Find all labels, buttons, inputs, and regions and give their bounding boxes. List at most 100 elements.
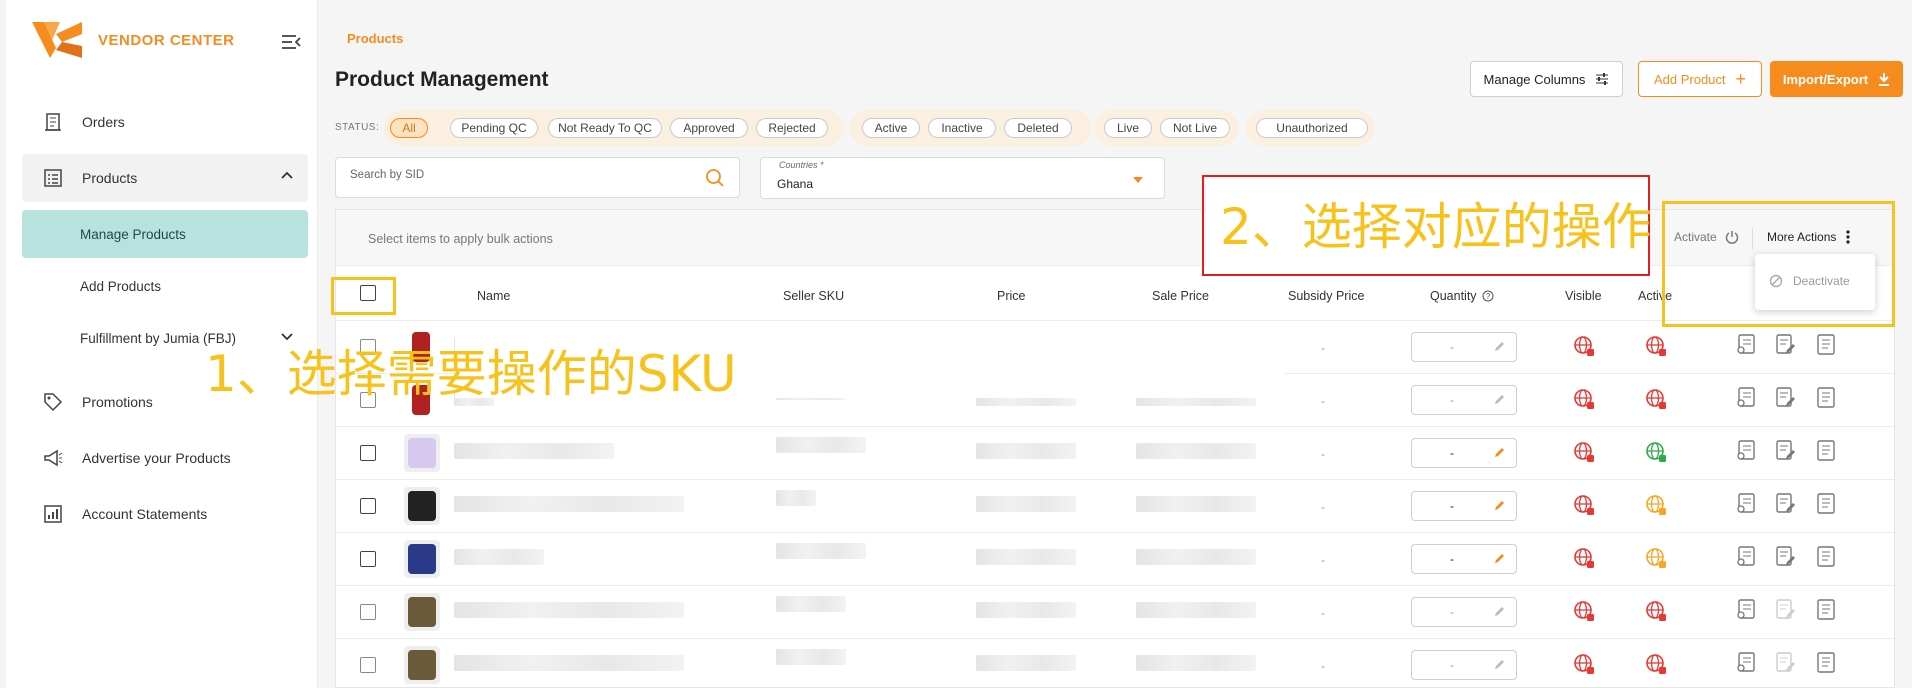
edit-product-icon[interactable] bbox=[1774, 333, 1796, 357]
sidebar-item-advertise[interactable]: Advertise your Products bbox=[22, 434, 308, 482]
row-checkbox[interactable] bbox=[360, 445, 376, 461]
active-globe-icon[interactable] bbox=[1645, 653, 1667, 675]
product-thumbnail[interactable] bbox=[404, 328, 440, 366]
view-details-icon[interactable] bbox=[1735, 386, 1757, 410]
chip-unauthorized[interactable]: Unauthorized bbox=[1256, 118, 1368, 138]
visible-globe-icon[interactable] bbox=[1573, 547, 1595, 569]
sidebar-item-manage-products[interactable]: Manage Products bbox=[22, 210, 308, 258]
help-icon[interactable]: ? bbox=[1482, 290, 1494, 302]
visible-globe-icon[interactable] bbox=[1573, 335, 1595, 357]
visible-globe-icon[interactable] bbox=[1573, 441, 1595, 463]
view-details-icon[interactable] bbox=[1735, 492, 1757, 516]
view-details-icon[interactable] bbox=[1735, 651, 1757, 675]
document-icon[interactable] bbox=[1815, 598, 1837, 622]
column-header-quantity[interactable]: Quantity ? bbox=[1430, 289, 1494, 303]
row-checkbox[interactable] bbox=[360, 392, 376, 408]
manage-columns-button[interactable]: Manage Columns bbox=[1470, 61, 1623, 97]
row-checkbox[interactable] bbox=[360, 604, 376, 620]
sidebar-item-fbj[interactable]: Fulfillment by Jumia (FBJ) bbox=[22, 314, 308, 362]
document-icon[interactable] bbox=[1815, 439, 1837, 463]
document-icon[interactable] bbox=[1815, 492, 1837, 516]
visible-globe-icon[interactable] bbox=[1573, 653, 1595, 675]
document-icon[interactable] bbox=[1815, 545, 1837, 569]
active-globe-icon[interactable] bbox=[1645, 388, 1667, 410]
edit-pencil-icon[interactable] bbox=[1494, 605, 1506, 617]
edit-pencil-icon[interactable] bbox=[1494, 446, 1506, 458]
product-thumbnail[interactable] bbox=[404, 434, 440, 472]
table-row[interactable]: - - bbox=[336, 533, 1894, 586]
edit-pencil-icon[interactable] bbox=[1494, 499, 1506, 511]
document-icon[interactable] bbox=[1815, 333, 1837, 357]
visible-globe-icon[interactable] bbox=[1573, 600, 1595, 622]
quantity-field[interactable]: - bbox=[1411, 385, 1517, 415]
quantity-field[interactable]: - bbox=[1411, 332, 1517, 362]
visible-globe-icon[interactable] bbox=[1573, 494, 1595, 516]
chip-rejected[interactable]: Rejected bbox=[756, 118, 828, 138]
activate-button[interactable]: Activate bbox=[1674, 230, 1739, 244]
column-header-visible[interactable]: Visible bbox=[1565, 289, 1602, 303]
search-input[interactable] bbox=[350, 169, 680, 181]
edit-product-icon[interactable] bbox=[1774, 492, 1796, 516]
column-header-price[interactable]: Price bbox=[997, 289, 1025, 303]
sidebar-item-promotions[interactable]: Promotions bbox=[22, 378, 308, 426]
active-globe-icon[interactable] bbox=[1645, 494, 1667, 516]
active-globe-icon[interactable] bbox=[1645, 441, 1667, 463]
chip-all[interactable]: All bbox=[390, 118, 428, 138]
table-row[interactable]: - - bbox=[336, 586, 1894, 639]
import-export-button[interactable]: Import/Export bbox=[1770, 61, 1903, 97]
row-checkbox[interactable] bbox=[360, 551, 376, 567]
edit-product-icon[interactable] bbox=[1774, 545, 1796, 569]
breadcrumb[interactable]: Products bbox=[347, 31, 403, 46]
chip-deleted[interactable]: Deleted bbox=[1004, 118, 1072, 138]
active-globe-icon[interactable] bbox=[1645, 547, 1667, 569]
document-icon[interactable] bbox=[1815, 386, 1837, 410]
edit-product-icon[interactable] bbox=[1774, 651, 1796, 675]
product-thumbnail[interactable] bbox=[404, 540, 440, 578]
chip-inactive[interactable]: Inactive bbox=[928, 118, 996, 138]
column-header-name[interactable]: Name bbox=[477, 289, 510, 303]
column-header-subsidy-price[interactable]: Subsidy Price bbox=[1288, 289, 1364, 303]
collapse-menu-icon[interactable] bbox=[280, 33, 302, 51]
sidebar-item-products[interactable]: Products bbox=[22, 154, 308, 202]
row-checkbox[interactable] bbox=[360, 498, 376, 514]
edit-product-icon[interactable] bbox=[1774, 598, 1796, 622]
quantity-field[interactable]: - bbox=[1411, 650, 1517, 680]
table-row[interactable]: - - bbox=[336, 639, 1894, 688]
sidebar-item-add-products[interactable]: Add Products bbox=[22, 262, 308, 310]
edit-product-icon[interactable] bbox=[1774, 386, 1796, 410]
menu-item-deactivate[interactable]: Deactivate bbox=[1769, 274, 1850, 288]
chip-active[interactable]: Active bbox=[862, 118, 920, 138]
edit-pencil-icon[interactable] bbox=[1494, 552, 1506, 564]
sidebar-item-orders[interactable]: Orders bbox=[22, 98, 308, 146]
table-row[interactable]: - - bbox=[336, 480, 1894, 533]
visible-globe-icon[interactable] bbox=[1573, 388, 1595, 410]
view-details-icon[interactable] bbox=[1735, 439, 1757, 463]
quantity-field[interactable]: - bbox=[1411, 597, 1517, 627]
column-header-seller-sku[interactable]: Seller SKU bbox=[783, 289, 844, 303]
chip-approved[interactable]: Approved bbox=[670, 118, 748, 138]
country-select[interactable]: Countries * Ghana bbox=[760, 157, 1165, 199]
table-row[interactable]: - - bbox=[336, 427, 1894, 480]
product-thumbnail[interactable] bbox=[404, 593, 440, 631]
row-checkbox[interactable] bbox=[360, 339, 376, 355]
add-product-button[interactable]: Add Product + bbox=[1638, 61, 1762, 97]
product-thumbnail[interactable] bbox=[404, 646, 440, 684]
chip-live[interactable]: Live bbox=[1104, 118, 1152, 138]
search-icon[interactable] bbox=[705, 168, 725, 188]
chip-not-ready-to-qc[interactable]: Not Ready To QC bbox=[548, 118, 662, 138]
row-checkbox[interactable] bbox=[360, 657, 376, 673]
vendor-center-logo[interactable]: VENDOR CENTER bbox=[30, 20, 235, 60]
document-icon[interactable] bbox=[1815, 651, 1837, 675]
quantity-field[interactable]: - bbox=[1411, 438, 1517, 468]
edit-pencil-icon[interactable] bbox=[1494, 658, 1506, 670]
view-details-icon[interactable] bbox=[1735, 545, 1757, 569]
view-details-icon[interactable] bbox=[1735, 598, 1757, 622]
edit-product-icon[interactable] bbox=[1774, 439, 1796, 463]
view-details-icon[interactable] bbox=[1735, 333, 1757, 357]
product-thumbnail[interactable] bbox=[404, 381, 440, 419]
quantity-field[interactable]: - bbox=[1411, 491, 1517, 521]
active-globe-icon[interactable] bbox=[1645, 335, 1667, 357]
edit-pencil-icon[interactable] bbox=[1494, 393, 1506, 405]
product-thumbnail[interactable] bbox=[404, 487, 440, 525]
column-header-active[interactable]: Active bbox=[1638, 289, 1672, 303]
